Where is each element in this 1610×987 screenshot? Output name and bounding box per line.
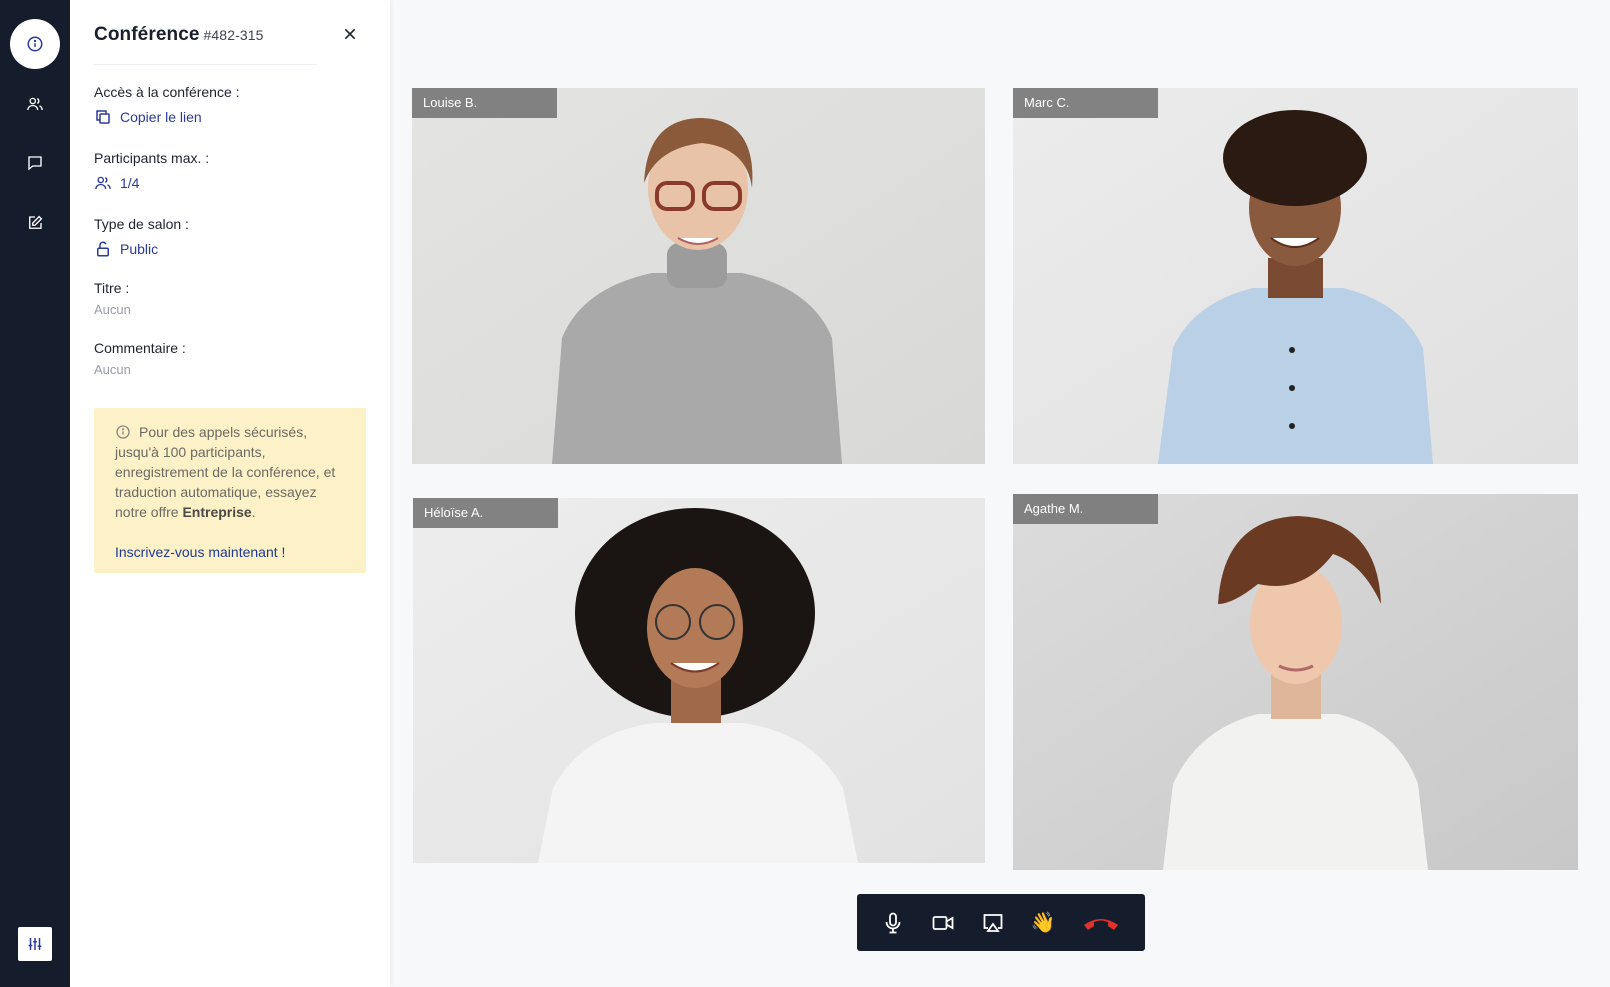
people-icon: [27, 97, 43, 111]
max-participants-value: 1/4: [94, 174, 209, 192]
comment-value: Aucun: [94, 362, 131, 377]
room-type-field: Type de salon : Public: [94, 216, 189, 258]
max-participants-label: Participants max. :: [94, 150, 210, 166]
left-rail: [0, 0, 70, 987]
participants-button[interactable]: [11, 80, 59, 128]
video-tile-louise[interactable]: Louise B.: [412, 88, 985, 464]
info-button[interactable]: [10, 19, 60, 69]
room-type-value[interactable]: Public: [94, 240, 189, 258]
screen-share-button[interactable]: [981, 911, 1005, 935]
copy-link-button[interactable]: Copier le lien: [94, 108, 240, 126]
title-value: Aucun: [94, 302, 131, 317]
comment-label: Commentaire :: [94, 340, 186, 356]
raise-hand-icon: 👋: [1030, 911, 1056, 934]
participant-name: Marc C.: [1013, 88, 1158, 118]
participant-name: Héloïse A.: [413, 498, 558, 528]
signup-link[interactable]: Inscrivez-vous maintenant !: [115, 542, 285, 562]
edit-icon: [29, 215, 43, 229]
copy-link-label: Copier le lien: [120, 109, 202, 125]
unlock-icon: [97, 241, 109, 257]
max-participants-field: Participants max. : 1/4: [94, 150, 209, 192]
camera-icon: [932, 915, 954, 930]
participant-video: [413, 498, 985, 863]
room-type-label: Type de salon :: [94, 216, 189, 232]
participant-video: [412, 88, 985, 464]
people-icon: [95, 176, 111, 190]
divider: [94, 64, 318, 65]
microphone-icon: [885, 912, 901, 933]
video-tile-agathe[interactable]: Agathe M.: [1013, 494, 1578, 870]
copy-icon: [96, 110, 110, 124]
video-tile-marc[interactable]: Marc C.: [1013, 88, 1578, 464]
raise-hand-button[interactable]: 👋: [1030, 911, 1056, 935]
conference-info-panel: Conférence #482-315 Accès à la conférence…: [70, 0, 390, 987]
panel-title: Conférence #482-315: [94, 24, 264, 46]
max-participants-count: 1/4: [120, 175, 140, 191]
screen-share-icon: [983, 913, 1003, 932]
promo-text-end: .: [251, 504, 256, 520]
chat-button[interactable]: [11, 139, 59, 187]
access-label: Accès à la conférence :: [94, 84, 240, 100]
promo-plan-name: Entreprise: [182, 504, 252, 520]
video-tile-heloise[interactable]: Héloïse A.: [413, 498, 985, 863]
title-label: Titre :: [94, 280, 130, 296]
conference-title: Conférence: [94, 24, 200, 45]
close-panel-button[interactable]: [340, 24, 360, 44]
close-icon: [344, 28, 356, 40]
info-icon: [27, 36, 43, 52]
call-controls: 👋: [857, 894, 1145, 951]
promo-text: Pour des appels sécurisés, jusqu'à 100 p…: [115, 422, 345, 522]
participant-name: Agathe M.: [1013, 494, 1158, 524]
camera-button[interactable]: [931, 911, 955, 935]
conference-id: #482-315: [203, 27, 264, 43]
edit-button[interactable]: [11, 199, 59, 247]
room-type-text: Public: [120, 241, 159, 257]
info-icon: [116, 425, 130, 439]
participant-video: [1013, 88, 1578, 464]
chat-icon: [28, 156, 42, 171]
settings-button[interactable]: [18, 927, 52, 961]
participant-name: Louise B.: [412, 88, 557, 118]
comment-field: Commentaire : Aucun: [94, 340, 186, 377]
title-field: Titre : Aucun: [94, 280, 131, 317]
upgrade-promo: Pour des appels sécurisés, jusqu'à 100 p…: [94, 408, 366, 573]
mute-button[interactable]: [881, 911, 905, 935]
hang-up-icon: [1084, 918, 1118, 930]
access-field: Accès à la conférence : Copier le lien: [94, 84, 240, 126]
participant-video: [1013, 494, 1578, 870]
settings-sliders-icon: [28, 938, 42, 950]
hang-up-button[interactable]: [1081, 911, 1121, 935]
